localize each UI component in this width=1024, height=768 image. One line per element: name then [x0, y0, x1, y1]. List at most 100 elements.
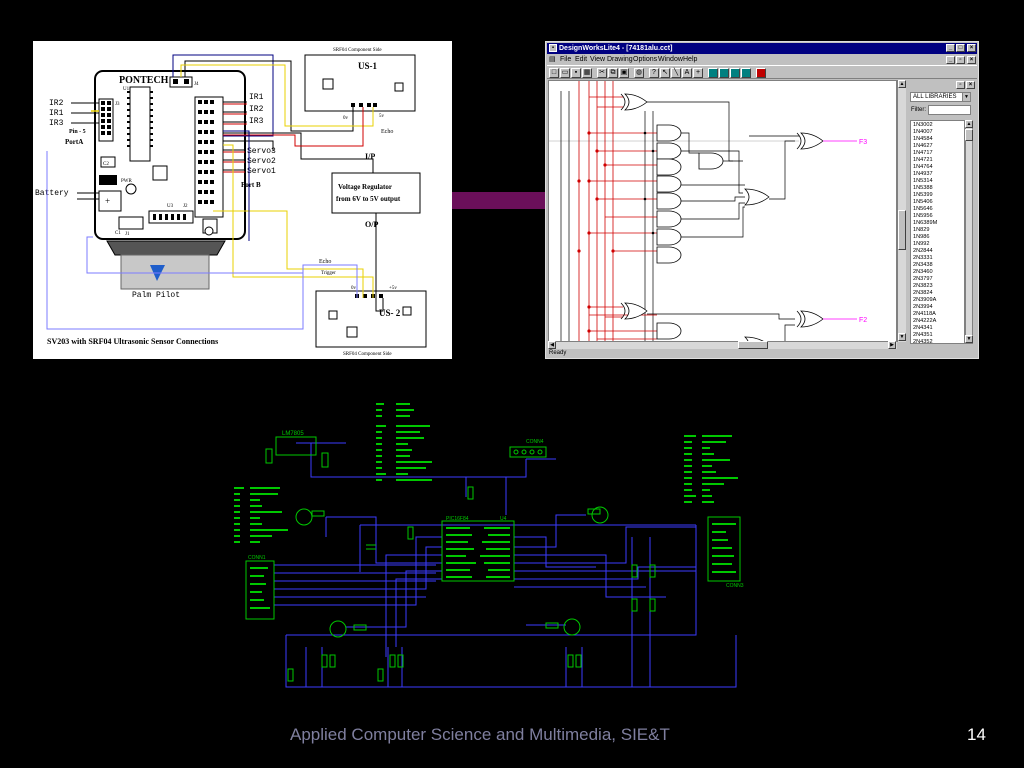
library-item[interactable]: 2N3824: [913, 290, 962, 297]
library-item[interactable]: 1N5646: [913, 206, 962, 213]
library-select[interactable]: ALL LIBRARIES ▼: [910, 92, 971, 102]
paste-icon[interactable]: ▣: [619, 68, 629, 78]
menu-drawing[interactable]: Drawing: [607, 54, 633, 65]
timing-icon[interactable]: [756, 68, 766, 78]
library-item[interactable]: 1N5406: [913, 199, 962, 206]
library-item[interactable]: 2N4351: [913, 332, 962, 339]
close-button[interactable]: ×: [967, 44, 976, 52]
svg-text:Servo1: Servo1: [247, 167, 276, 176]
svg-text:CONN3: CONN3: [726, 583, 744, 589]
library-item[interactable]: 2N4118A: [913, 311, 962, 318]
svg-text:Pin - 5: Pin - 5: [69, 129, 86, 135]
library-item[interactable]: 2N3994: [913, 304, 962, 311]
library-item[interactable]: 2N4352: [913, 339, 962, 343]
zoom-icon[interactable]: ◍: [634, 68, 644, 78]
scroll-down-arrow[interactable]: ▼: [898, 333, 906, 341]
new-icon[interactable]: □: [549, 68, 559, 78]
svg-text:IR3: IR3: [249, 117, 264, 126]
library-item[interactable]: 1N4764: [913, 164, 962, 171]
library-item[interactable]: 1N4627: [913, 143, 962, 150]
maximize-button[interactable]: □: [956, 44, 965, 52]
library-item[interactable]: 1N5399: [913, 192, 962, 199]
library-item[interactable]: 2N3797: [913, 276, 962, 283]
library-scroll-down-arrow[interactable]: ▼: [965, 335, 973, 343]
horizontal-scroll-thumb[interactable]: [738, 341, 768, 349]
library-item[interactable]: 2N3909A: [913, 297, 962, 304]
library-item[interactable]: 1N829: [913, 227, 962, 234]
library-item[interactable]: 2N2844: [913, 248, 962, 255]
svg-text:SRF04 Component Side: SRF04 Component Side: [333, 48, 382, 53]
library-item[interactable]: 1N986: [913, 234, 962, 241]
wire-icon[interactable]: ╲: [671, 68, 681, 78]
svg-text:J2: J2: [183, 204, 188, 209]
library-list[interactable]: 1N3002 1N4007 1N4584 1N4627 1N4717 1N4721 1N47…: [910, 120, 965, 344]
circuit-canvas[interactable]: F3 F2: [548, 80, 897, 342]
minimize-button[interactable]: _: [946, 44, 955, 52]
library-scroll-up-arrow[interactable]: ▲: [965, 120, 973, 128]
wiring-caption: SV203 with SRF04 Ultrasonic Sensor Conne…: [47, 337, 218, 346]
print-icon[interactable]: ▦: [582, 68, 592, 78]
library-item[interactable]: 1N4717: [913, 150, 962, 157]
designworks-window[interactable]: ▪ DesignWorksLite4 - [74181alu.cct] _ □ …: [545, 41, 979, 359]
doc-minimize-button[interactable]: _: [946, 56, 955, 64]
vertical-scroll-thumb[interactable]: [898, 210, 906, 250]
library-item[interactable]: 1N6389M: [913, 220, 962, 227]
open-icon[interactable]: ▭: [560, 68, 570, 78]
library-item[interactable]: 2N3331: [913, 255, 962, 262]
copy-icon[interactable]: ⧉: [608, 68, 618, 78]
menu-file[interactable]: File: [560, 54, 571, 65]
library-item[interactable]: 1N5314: [913, 178, 962, 185]
menu-options[interactable]: Options: [633, 54, 657, 65]
library-item[interactable]: 2N3460: [913, 269, 962, 276]
window-titlebar[interactable]: ▪ DesignWorksLite4 - [74181alu.cct] _ □ …: [547, 43, 977, 54]
library-scroll-thumb[interactable]: [965, 129, 973, 141]
save-icon[interactable]: ▪: [571, 68, 581, 78]
help-icon[interactable]: ?: [649, 68, 659, 78]
svg-text:Trigger: Trigger: [321, 271, 336, 276]
svg-text:U4: U4: [500, 516, 507, 522]
transistor-q4: [563, 618, 581, 636]
library-close-button[interactable]: ×: [966, 81, 975, 89]
library-item[interactable]: 1N4937: [913, 171, 962, 178]
cross-tool-icon[interactable]: +: [693, 68, 703, 78]
scroll-left-arrow[interactable]: ◀: [548, 341, 556, 349]
menu-window[interactable]: Window: [658, 54, 683, 65]
pointer-icon[interactable]: ↖: [660, 68, 670, 78]
chevron-down-icon[interactable]: ▼: [962, 93, 970, 101]
sim-fast-icon[interactable]: [741, 68, 751, 78]
svg-text:I/P: I/P: [365, 152, 375, 161]
scroll-up-arrow[interactable]: ▲: [898, 80, 906, 88]
sim-run-icon[interactable]: [730, 68, 740, 78]
library-item[interactable]: 1N992: [913, 241, 962, 248]
svg-text:SRF04 Component Side: SRF04 Component Side: [343, 352, 392, 357]
library-item[interactable]: 2N3823: [913, 283, 962, 290]
scroll-right-arrow[interactable]: ▶: [888, 341, 896, 349]
svg-text:IR2: IR2: [49, 99, 64, 108]
menu-view[interactable]: View: [590, 54, 605, 65]
document-icon[interactable]: ▤: [549, 54, 556, 65]
doc-close-button[interactable]: ×: [967, 56, 976, 64]
text-tool-icon[interactable]: A: [682, 68, 692, 78]
menu-edit[interactable]: Edit: [575, 54, 587, 65]
library-item[interactable]: 2N4341: [913, 325, 962, 332]
sim-step-icon[interactable]: [719, 68, 729, 78]
library-item[interactable]: 1N4007: [913, 129, 962, 136]
svg-text:IR1: IR1: [49, 109, 64, 118]
app-icon[interactable]: ▪: [549, 44, 557, 52]
canvas-vertical-scrollbar[interactable]: ▲ ▼: [897, 80, 906, 342]
library-item[interactable]: 2N4222A: [913, 318, 962, 325]
menu-help[interactable]: Help: [683, 54, 697, 65]
library-item[interactable]: 1N5388: [913, 185, 962, 192]
doc-restore-button[interactable]: ▫: [956, 56, 965, 64]
library-item[interactable]: 1N3002: [913, 122, 962, 129]
filter-input[interactable]: [928, 105, 971, 115]
library-item[interactable]: 2N3438: [913, 262, 962, 269]
sim-stop-icon[interactable]: [708, 68, 718, 78]
library-restore-button[interactable]: ▫: [956, 81, 965, 89]
library-item[interactable]: 1N4584: [913, 136, 962, 143]
cut-icon[interactable]: ✂: [597, 68, 607, 78]
library-item[interactable]: 1N5956: [913, 213, 962, 220]
canvas-horizontal-scrollbar[interactable]: ◀ ▶: [548, 341, 897, 349]
library-scrollbar[interactable]: ▲ ▼: [965, 120, 973, 344]
library-item[interactable]: 1N4721: [913, 157, 962, 164]
